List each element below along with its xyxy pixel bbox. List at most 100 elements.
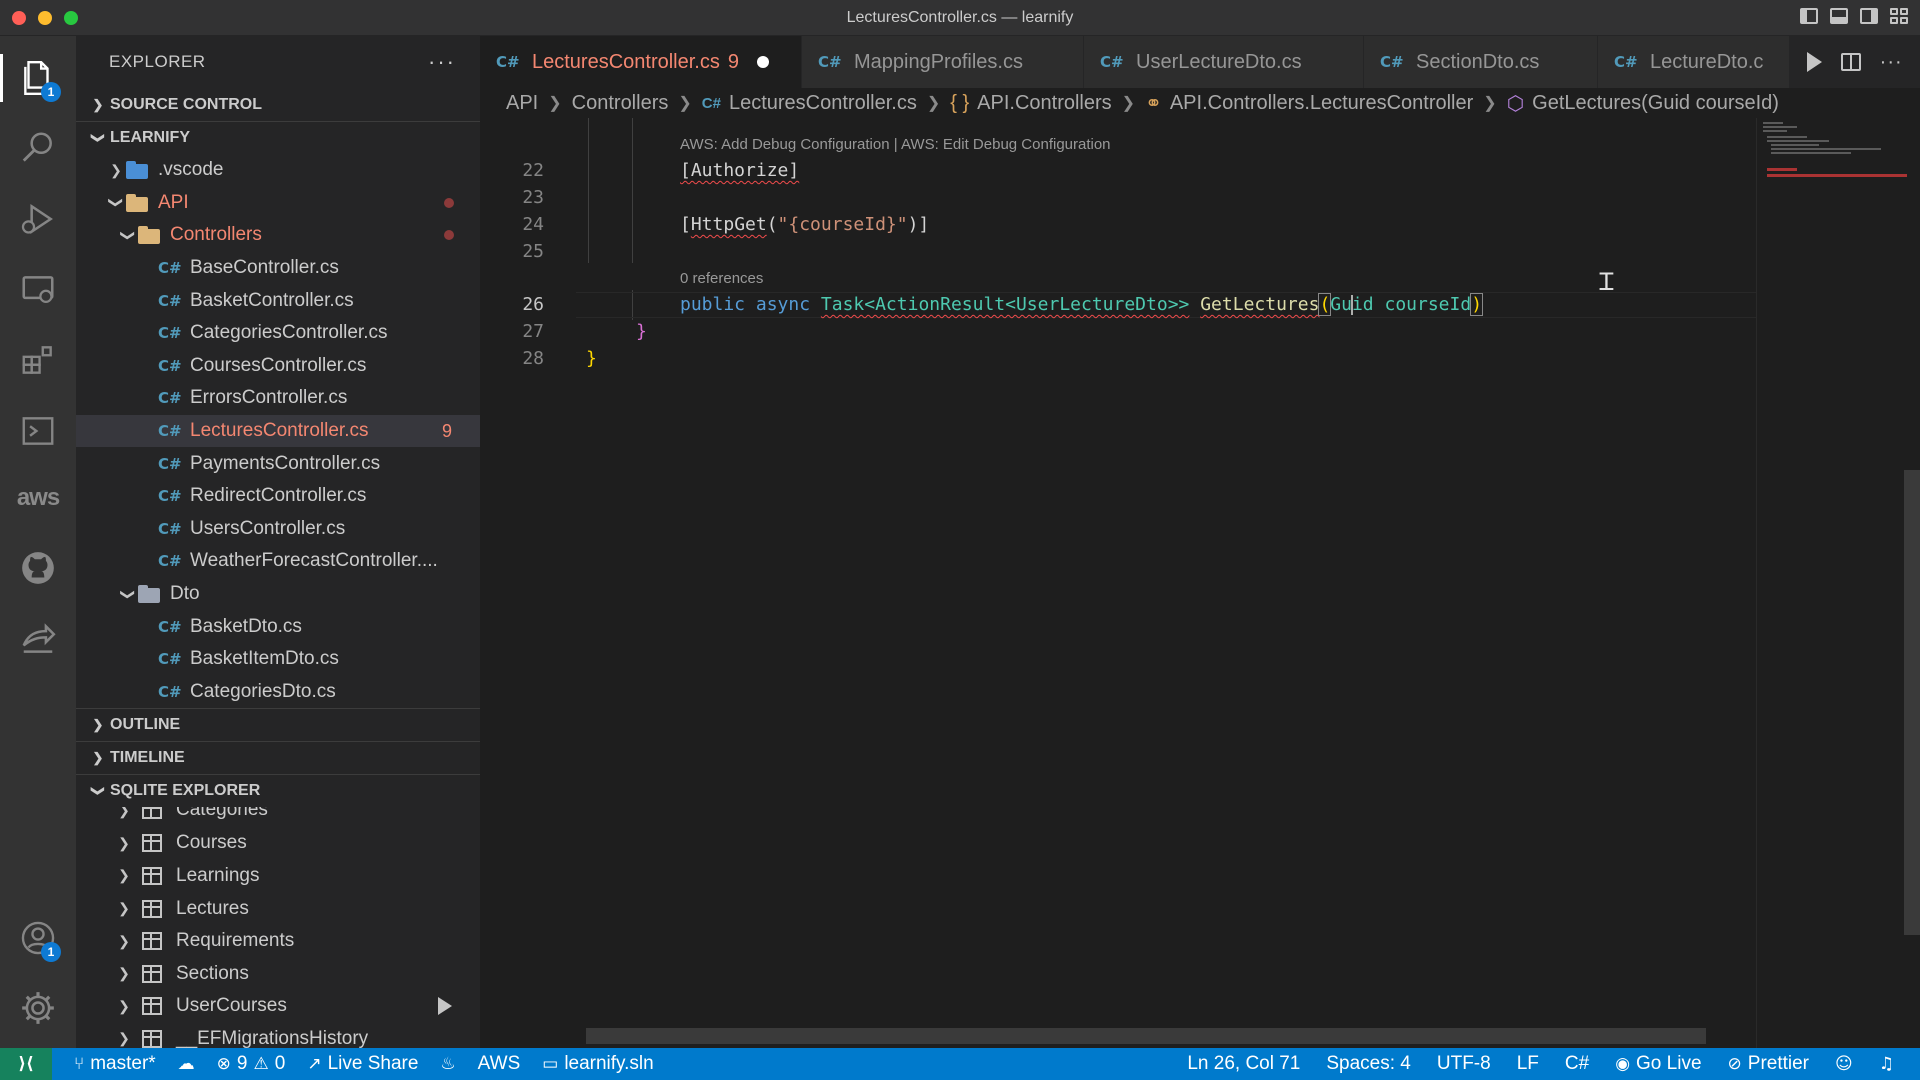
tab-mapping-profiles[interactable]: C# MappingProfiles.cs — [802, 36, 1084, 88]
folder-vscode[interactable]: ❯ .vscode — [76, 154, 480, 187]
table-item[interactable]: ❯ Courses — [76, 827, 480, 860]
file-item[interactable]: C# CategoriesDto.cs — [76, 676, 480, 709]
folder-icon: ▭ — [542, 1054, 559, 1074]
horizontal-scrollbar[interactable] — [586, 1028, 1706, 1044]
file-item[interactable]: C# BasketController.cs — [76, 284, 480, 317]
remote-explorer-activity[interactable] — [0, 260, 76, 320]
codelens-aws-debug[interactable]: AWS: Add Debug Configuration | AWS: Edit… — [680, 136, 1111, 153]
explorer-activity[interactable]: 1 — [0, 48, 76, 108]
breadcrumb-method[interactable]: GetLectures(Guid courseId) — [1532, 92, 1779, 115]
section-timeline[interactable]: ❯ TIMELINE — [76, 741, 480, 774]
file-item[interactable]: C# PaymentsController.cs — [76, 447, 480, 480]
file-item[interactable]: C# UsersController.cs — [76, 513, 480, 546]
file-item[interactable]: C# CoursesController.cs — [76, 350, 480, 383]
file-item[interactable]: C# BasketDto.cs — [76, 610, 480, 643]
breadcrumb-controllers[interactable]: Controllers — [572, 92, 669, 115]
file-item-selected[interactable]: C# LecturesController.cs 9 — [76, 414, 480, 448]
aws-status[interactable]: AWS — [478, 1053, 521, 1075]
folder-api[interactable]: ❯ API — [76, 187, 480, 220]
breadcrumb-file[interactable]: LecturesController.cs — [729, 92, 917, 115]
terminal-activity[interactable] — [0, 401, 76, 461]
live-share-status[interactable]: ↗ Live Share — [307, 1053, 418, 1075]
problems-dot — [444, 197, 454, 208]
settings-activity[interactable] — [0, 978, 76, 1038]
notifications-status[interactable]: ♫ — [1879, 1054, 1894, 1074]
toggle-panel-icon[interactable] — [1830, 8, 1848, 24]
code-editor[interactable]: 21 AWS: Add Debug Configuration | AWS: E… — [480, 118, 1756, 1048]
sync-status[interactable]: ☁ — [178, 1054, 195, 1074]
flame-status[interactable]: ♨ — [440, 1054, 455, 1074]
file-item[interactable]: C# BaseController.cs — [76, 252, 480, 285]
go-live-status[interactable]: ◉ Go Live — [1615, 1053, 1701, 1075]
encoding[interactable]: UTF-8 — [1437, 1053, 1491, 1075]
customize-layout-icon[interactable] — [1890, 8, 1908, 24]
tab-lecture-dto[interactable]: C# LectureDto.c — [1598, 36, 1790, 88]
activity-bar: 1 aws 1 — [0, 36, 76, 1048]
breadcrumb-namespace[interactable]: API.Controllers — [977, 92, 1112, 115]
section-outline[interactable]: ❯ OUTLINE — [76, 708, 480, 741]
solution-status[interactable]: ▭ learnify.sln — [542, 1053, 653, 1075]
breadcrumb-class[interactable]: API.Controllers.LecturesController — [1170, 92, 1473, 115]
split-editor-icon[interactable] — [1841, 53, 1861, 71]
table-item[interactable]: ❯ Lectures — [76, 892, 480, 925]
csharp-file-icon: C# — [158, 454, 182, 473]
file-item[interactable]: C# CategoriesController.cs — [76, 317, 480, 350]
table-item[interactable]: ❯ Categories — [76, 807, 480, 827]
table-item[interactable]: ❯ UserCourses — [76, 990, 480, 1023]
csharp-file-icon: C# — [158, 682, 182, 701]
indentation[interactable]: Spaces: 4 — [1326, 1053, 1411, 1075]
chevron-right-icon: ❯ — [118, 932, 130, 949]
file-item[interactable]: C# BasketItemDto.cs — [76, 643, 480, 676]
folder-dto[interactable]: ❯ Dto — [76, 578, 480, 611]
minimap[interactable] — [1756, 118, 1920, 1048]
tab-lectures-controller[interactable]: C# LecturesController.cs 9 — [480, 36, 802, 88]
branch-status[interactable]: ⑂ master* — [74, 1053, 156, 1075]
language-mode[interactable]: C# — [1565, 1053, 1589, 1075]
accounts-activity[interactable]: 1 — [0, 908, 76, 968]
feedback-status[interactable]: ☺ — [1835, 1054, 1853, 1074]
section-source-control[interactable]: ❯ SOURCE CONTROL — [76, 88, 480, 121]
search-activity[interactable] — [0, 118, 76, 178]
run-icon[interactable] — [1807, 52, 1823, 72]
table-item[interactable]: ❯ Sections — [76, 957, 480, 990]
section-sqlite-explorer[interactable]: ❯ SQLITE EXPLORER — [76, 774, 480, 807]
file-item[interactable]: C# ErrorsController.cs — [76, 382, 480, 415]
vertical-scrollbar[interactable] — [1904, 470, 1920, 935]
codelens-references[interactable]: 0 references — [680, 270, 763, 287]
aws-activity[interactable]: aws — [0, 468, 76, 528]
section-project[interactable]: ❯ LEARNIFY — [76, 121, 480, 154]
chevron-down-icon: ❯ — [120, 588, 137, 600]
run-query-icon[interactable] — [438, 997, 452, 1016]
prettier-status[interactable]: ⊘ Prettier — [1728, 1053, 1810, 1075]
chevron-right-icon: ❯ — [926, 95, 941, 112]
run-debug-activity[interactable] — [0, 189, 76, 249]
live-share-icon: ↗ — [307, 1054, 322, 1074]
file-item[interactable]: C# RedirectController.cs — [76, 480, 480, 513]
toggle-primary-sidebar-icon[interactable] — [1800, 8, 1818, 24]
github-activity[interactable] — [0, 538, 76, 598]
extensions-activity[interactable] — [0, 330, 76, 390]
line-number: 23 — [522, 187, 544, 208]
breadcrumb-api[interactable]: API — [506, 92, 538, 115]
folder-controllers[interactable]: ❯ Controllers — [76, 219, 480, 252]
more-actions-icon[interactable]: ··· — [1880, 51, 1903, 74]
end-of-line[interactable]: LF — [1517, 1053, 1539, 1075]
editor-actions: ··· — [1790, 36, 1920, 88]
file-item[interactable]: C# WeatherForecastController.... — [76, 545, 480, 578]
live-share-activity[interactable] — [0, 609, 76, 669]
table-item[interactable]: ❯ Learnings — [76, 860, 480, 893]
tab-user-lecture-dto[interactable]: C# UserLectureDto.cs — [1084, 36, 1364, 88]
tab-section-dto[interactable]: C# SectionDto.cs — [1364, 36, 1598, 88]
problems-status[interactable]: ⊗ 9 ⚠ 0 — [217, 1053, 286, 1075]
remote-indicator[interactable]: ⟩⟨ — [0, 1048, 52, 1080]
csharp-file-icon: C# — [158, 552, 182, 571]
table-item[interactable]: ❯ Requirements — [76, 925, 480, 958]
table-item[interactable]: ❯ __EFMigrationsHistory — [76, 1023, 480, 1048]
toggle-secondary-sidebar-icon[interactable] — [1860, 8, 1878, 24]
more-actions-button[interactable]: ··· — [428, 49, 456, 75]
editor-tabs: C# LecturesController.cs 9 C# MappingPro… — [480, 36, 1920, 88]
unsaved-dot-icon[interactable] — [757, 56, 769, 68]
table-icon — [142, 899, 162, 918]
csharp-file-icon: C# — [158, 617, 182, 636]
cursor-position[interactable]: Ln 26, Col 71 — [1187, 1053, 1300, 1075]
